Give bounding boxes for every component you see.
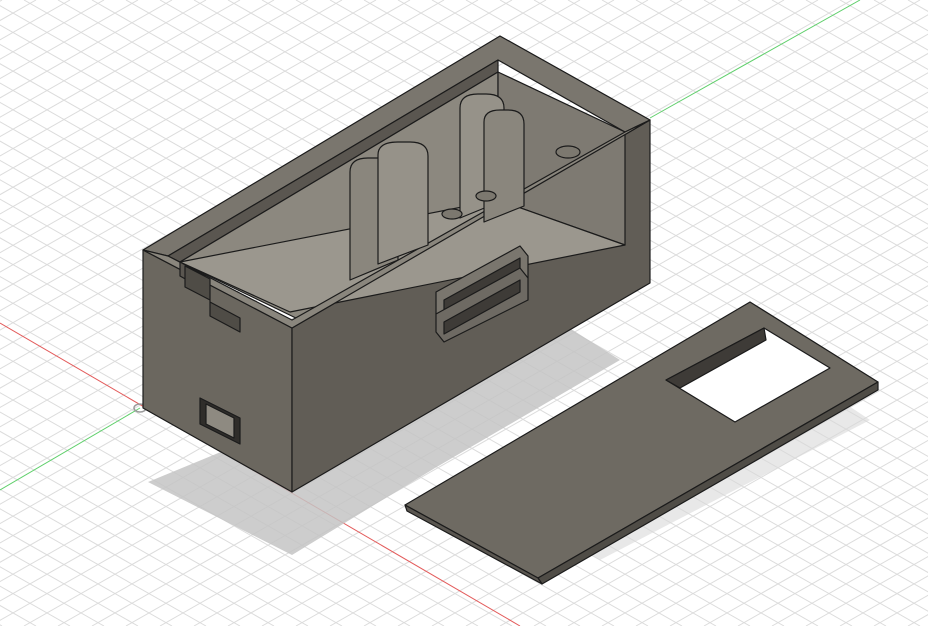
- grid-line: [771, 0, 928, 90]
- post-cap-small-1: [441, 208, 463, 220]
- grid-line: [873, 594, 928, 626]
- post-4: [483, 109, 525, 223]
- grid-line: [873, 0, 928, 32]
- grid-line: [635, 0, 928, 167]
- post-cap-small-2: [475, 190, 497, 202]
- grid-line: [0, 0, 71, 41]
- grid-line: [669, 478, 928, 626]
- grid-line: [805, 555, 928, 626]
- y-axis-line-left: [0, 407, 141, 491]
- grid-line: [635, 459, 928, 626]
- grid-line: [771, 536, 928, 626]
- y-axis-line-right: [649, 0, 861, 119]
- post-2: [377, 141, 429, 265]
- grid-line: [669, 0, 928, 148]
- grid-line: [0, 0, 3, 2]
- grid-line: [0, 546, 139, 626]
- viewport-canvas[interactable]: [0, 0, 928, 626]
- grid-line: [0, 624, 3, 626]
- 3d-viewport[interactable]: [0, 0, 928, 626]
- grid-line: [0, 585, 71, 626]
- grid-line: [0, 0, 139, 80]
- post-cap-small-3: [555, 145, 581, 159]
- grid-line: [805, 0, 928, 71]
